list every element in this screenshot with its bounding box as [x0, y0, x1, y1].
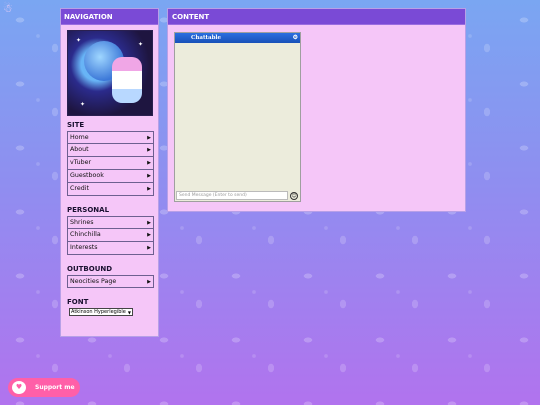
- menu-item-label: Interests: [70, 244, 98, 251]
- font-select-value: Atkinson Hyperlegible: [71, 309, 126, 315]
- menu-item-label: Credit: [70, 185, 89, 192]
- site-menu: Home ▶ About ▶ vTuber ▶ Guestbook ▶ Credit ▶: [67, 131, 154, 196]
- menu-item-label: About: [70, 146, 89, 153]
- chevron-right-icon: ▶: [147, 279, 151, 285]
- content-panel: CONTENT Chattable ⚙ Send Message (Enter …: [167, 8, 466, 212]
- menu-item-neocities-page[interactable]: Neocities Page ▶: [67, 275, 154, 288]
- nav-section-font: FONT Atkinson Hyperlegible ▼: [61, 298, 158, 316]
- chat-title: Chattable: [191, 35, 222, 41]
- menu-item-label: Guestbook: [70, 172, 104, 179]
- star-icon: ✦: [80, 101, 86, 108]
- chat-widget: Chattable ⚙ Send Message (Enter to send)…: [174, 32, 301, 202]
- section-title-personal: PERSONAL: [67, 206, 110, 214]
- menu-item-home[interactable]: Home ▶: [67, 131, 154, 144]
- chevron-right-icon: ▶: [147, 160, 151, 166]
- gear-icon[interactable]: ⚙: [293, 33, 298, 43]
- menu-item-vtuber[interactable]: vTuber ▶: [67, 157, 154, 170]
- chevron-right-icon: ▶: [147, 220, 151, 226]
- star-icon: ✦: [76, 37, 82, 44]
- menu-item-guestbook[interactable]: Guestbook ▶: [67, 170, 154, 183]
- menu-item-label: Home: [70, 134, 89, 141]
- star-icon: ✦: [138, 41, 144, 48]
- chevron-right-icon: ▶: [147, 173, 151, 179]
- menu-item-label: Chinchilla: [70, 231, 101, 238]
- character-shape: [112, 57, 142, 103]
- personal-menu: Shrines ▶ Chinchilla ▶ Interests ▶: [67, 216, 154, 255]
- outbound-menu: Neocities Page ▶: [67, 275, 154, 288]
- chat-header: Chattable ⚙: [175, 33, 300, 43]
- site-mascot-icon: ☃: [3, 2, 13, 15]
- avatar-image: ✦ ✦ ✦: [67, 30, 153, 116]
- navigation-header: NAVIGATION: [61, 9, 158, 25]
- menu-item-chinchilla[interactable]: Chinchilla ▶: [67, 229, 154, 242]
- section-title-site: SITE: [67, 121, 85, 129]
- menu-item-label: Neocities Page: [70, 278, 117, 285]
- nav-section-personal: PERSONAL Shrines ▶ Chinchilla ▶ Interests ▶: [61, 206, 158, 255]
- menu-item-about[interactable]: About ▶: [67, 144, 154, 157]
- chevron-right-icon: ▶: [147, 186, 151, 192]
- chevron-right-icon: ▶: [147, 147, 151, 153]
- section-title-font: FONT: [67, 298, 89, 306]
- section-title-outbound: OUTBOUND: [67, 265, 113, 273]
- chevron-right-icon: ▶: [147, 135, 151, 141]
- menu-item-credit[interactable]: Credit ▶: [67, 183, 154, 196]
- support-label: Support me: [35, 384, 75, 391]
- font-select[interactable]: Atkinson Hyperlegible ▼: [69, 308, 133, 316]
- navigation-panel: NAVIGATION ✦ ✦ ✦ SITE Home ▶ About ▶ vTube…: [60, 8, 159, 337]
- menu-item-label: Shrines: [70, 219, 94, 226]
- smiley-icon[interactable]: ☺: [290, 192, 298, 200]
- menu-item-label: vTuber: [70, 159, 92, 166]
- chevron-right-icon: ▶: [147, 232, 151, 238]
- chevron-right-icon: ▶: [147, 245, 151, 251]
- menu-item-interests[interactable]: Interests ▶: [67, 242, 154, 255]
- support-me-button[interactable]: ♥ Support me: [8, 378, 80, 397]
- menu-item-shrines[interactable]: Shrines ▶: [67, 216, 154, 229]
- chat-message-input[interactable]: Send Message (Enter to send): [176, 191, 288, 200]
- ko-fi-cup-icon: ♥: [12, 381, 26, 394]
- nav-section-outbound: OUTBOUND Neocities Page ▶: [61, 265, 158, 288]
- chevron-down-icon: ▼: [127, 310, 131, 315]
- content-header: CONTENT: [168, 9, 465, 25]
- nav-section-site: SITE Home ▶ About ▶ vTuber ▶ Guestbook ▶ Cre…: [61, 121, 158, 196]
